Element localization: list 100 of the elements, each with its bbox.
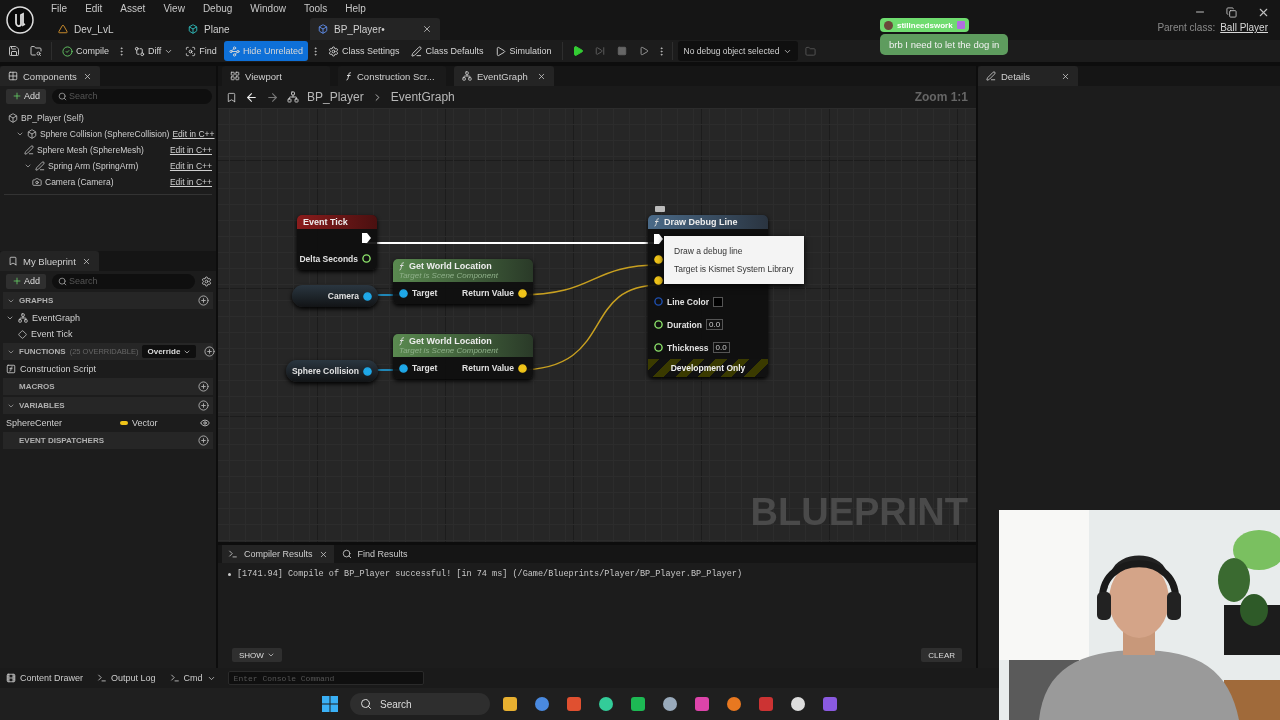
search-field[interactable]: Search [52, 88, 212, 104]
add-icon[interactable] [204, 346, 216, 357]
forward-icon[interactable] [266, 90, 279, 104]
clear-button[interactable]: CLEAR [921, 648, 962, 662]
variable-node[interactable]: Sphere Collision [286, 360, 378, 382]
function-icon [654, 217, 660, 227]
close-icon[interactable] [537, 71, 546, 81]
show-button[interactable]: SHOW [232, 648, 282, 662]
breadcrumb-item[interactable]: EventGraph [390, 90, 455, 104]
blueprint-item[interactable]: Event Tick [31, 329, 73, 339]
blueprint-item[interactable]: Construction Script [20, 364, 97, 374]
add-button[interactable]: Add [6, 88, 46, 104]
node-title: Draw Debug Line [654, 217, 762, 227]
back-icon[interactable] [245, 90, 258, 104]
blueprint-item[interactable]: EventGraph [32, 313, 81, 323]
node-title: Event Tick [303, 217, 349, 227]
document-tab[interactable]: Plane [180, 18, 310, 40]
pin-icon [363, 366, 372, 376]
menu-item[interactable]: Help [338, 2, 373, 14]
toolbar-button[interactable]: Find [180, 41, 222, 61]
toolbar-button[interactable]: Class Defaults [406, 41, 489, 61]
toolbar-button[interactable]: Compile [57, 41, 114, 61]
breadcrumb-item[interactable]: BP_Player [307, 90, 364, 104]
close-icon[interactable] [318, 549, 328, 559]
menu-item[interactable]: Edit [78, 2, 110, 14]
close-icon[interactable] [1061, 71, 1070, 81]
document-tab[interactable]: Dev_LvL [50, 18, 180, 40]
close-icon[interactable] [81, 256, 91, 266]
variable-node[interactable]: Camera [292, 285, 378, 307]
panel-tab[interactable]: My Blueprint [0, 251, 99, 271]
section-header[interactable]: EVENT DISPATCHERS [3, 432, 213, 449]
edit-link[interactable]: Edit in C++ [172, 129, 215, 139]
menu-item[interactable]: Asset [113, 2, 153, 14]
document-tab[interactable]: BP_Player• [310, 18, 440, 40]
value-field[interactable]: 0.0 [712, 342, 730, 353]
edit-link[interactable]: Edit in C++ [169, 177, 212, 187]
taskbar-search[interactable]: Search [350, 693, 490, 715]
section-header[interactable]: GRAPHS [3, 292, 213, 309]
component-name[interactable]: Camera (Camera) [45, 177, 114, 187]
search-field[interactable]: Search [52, 273, 195, 289]
add-button[interactable]: Add [6, 273, 46, 289]
caret-icon [266, 651, 275, 659]
settings-icon[interactable] [201, 275, 212, 287]
add-icon[interactable] [198, 435, 209, 446]
edit-link[interactable]: Edit in C++ [169, 161, 212, 171]
menu-item[interactable]: Debug [195, 2, 240, 14]
component-name[interactable]: Sphere Collision (SphereCollision) [40, 129, 170, 139]
color-swatch[interactable] [713, 296, 724, 307]
panel-tab[interactable]: Details [978, 66, 1078, 86]
search-icon [360, 698, 372, 710]
status-button[interactable]: Output Log [95, 673, 158, 683]
menu-item[interactable]: Window [243, 2, 293, 14]
restore-icon[interactable] [1226, 6, 1237, 18]
section-title: GRAPHS [19, 296, 54, 305]
toolbar-button[interactable]: Simulation [490, 41, 557, 61]
section-header[interactable]: MACROS [3, 378, 213, 395]
component-name[interactable]: BP_Player (Self) [21, 113, 84, 123]
toolbar-button[interactable]: Diff [129, 41, 179, 61]
parent-class-link[interactable]: Ball Player [1220, 22, 1268, 33]
pin-icon [362, 254, 371, 263]
graph-icon [18, 313, 28, 323]
add-icon[interactable] [198, 400, 209, 411]
bookmark-icon[interactable] [226, 91, 237, 103]
close-icon[interactable] [422, 24, 432, 34]
menu-item[interactable]: File [44, 2, 75, 14]
graph-tab[interactable]: EventGraph [454, 66, 554, 86]
menu-item[interactable]: Tools [296, 2, 335, 14]
pencil-icon [986, 71, 996, 81]
zoom-level: Zoom 1:1 [914, 90, 968, 104]
component-name[interactable]: Spring Arm (SpringArm) [48, 161, 139, 171]
panel-tab[interactable]: Components [0, 66, 100, 86]
component-name[interactable]: Sphere Mesh (SphereMesh) [37, 145, 144, 155]
add-icon[interactable] [198, 381, 209, 392]
value-field[interactable]: 0.0 [705, 319, 724, 330]
pin-icon [518, 288, 527, 298]
graph-tab[interactable]: Construction Scr... [338, 66, 446, 86]
close-icon[interactable] [82, 71, 92, 81]
chat-message: brb I need to let the dog in [880, 34, 1009, 55]
section-header[interactable]: VARIABLES [3, 397, 213, 414]
toolbar-button[interactable]: Class Settings [322, 41, 405, 61]
diamond-icon [18, 329, 27, 339]
graph-tab[interactable]: Viewport [222, 66, 330, 86]
status-button[interactable]: Cmd [167, 673, 218, 683]
event-node[interactable]: Event Tick Delta Seconds [297, 215, 377, 270]
override-dropdown[interactable]: Override [142, 345, 197, 358]
eye-icon[interactable] [200, 418, 210, 428]
blueprint-item[interactable]: SphereCenter [6, 418, 116, 428]
pin-icon [654, 275, 663, 285]
menu-item[interactable]: View [156, 2, 192, 14]
debug-object-dropdown[interactable]: No debug object selected [677, 41, 799, 61]
toolbar-button[interactable]: Hide Unrelated [223, 41, 308, 61]
pin-label: Line Color [667, 296, 710, 307]
function-icon [6, 364, 16, 374]
graph-canvas[interactable] [218, 108, 976, 542]
play-icon [638, 46, 649, 56]
status-button[interactable]: Content Drawer [4, 673, 86, 683]
output-tab[interactable]: Compiler Results [222, 545, 334, 563]
edit-link[interactable]: Edit in C++ [169, 145, 212, 155]
output-tab[interactable]: Find Results [335, 545, 414, 563]
add-icon[interactable] [198, 295, 209, 306]
